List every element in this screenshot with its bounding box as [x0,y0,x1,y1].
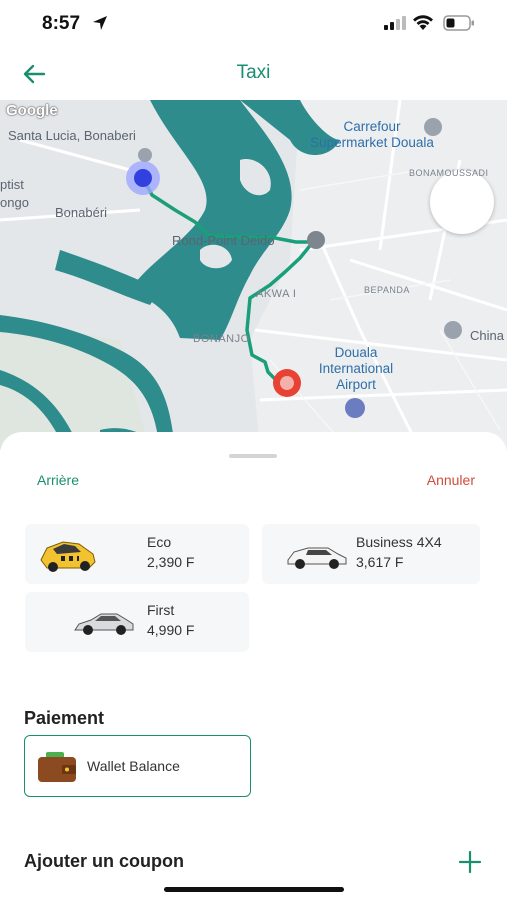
payment-title: Paiement [24,708,105,728]
wifi-icon [413,15,433,30]
map-label: AKWA I [256,288,297,300]
map-label: Rond-Point Deido [172,233,275,248]
sheet-grabber[interactable] [229,454,277,458]
vehicle-price: 2,390 F [147,554,195,570]
vehicle-option-first[interactable]: First 4,990 F [25,592,249,652]
wallet-icon [38,752,76,782]
map-label: BONAMOUSSADI [409,168,489,178]
route-map[interactable]: Google Santa Lucia, Bonaberi Carrefour S… [0,100,507,450]
payment-method-wallet[interactable]: Wallet Balance [24,735,251,797]
home-indicator [164,887,344,892]
status-time: 8:57 [42,13,81,34]
coupon-title: Ajouter un coupon [24,851,184,871]
map-label: Carrefour Supermarket Douala [310,119,434,150]
vehicle-price: 4,990 F [147,622,195,638]
vehicle-name: First [147,602,175,618]
cancel-link[interactable]: Annuler [427,472,475,488]
cellular-signal-icon [384,16,406,30]
vehicle-name: Eco [147,534,172,550]
status-bar: 8:57 [0,0,507,48]
google-attribution: Google [6,102,58,119]
payment-method-label: Wallet Balance [87,758,180,774]
vehicle-option-business[interactable]: Business 4X4 3,617 F [262,524,480,584]
plus-icon[interactable] [458,850,482,874]
map-canvas [0,100,507,450]
map-label: ongo [0,195,29,210]
map-label: BONANJO [193,333,250,345]
white-suv-icon [287,547,347,569]
vehicle-price: 3,617 F [356,554,404,570]
battery-icon [443,15,474,31]
map-label: Douala International Airport [318,345,394,392]
vehicle-option-eco[interactable]: Eco 2,390 F [25,524,249,584]
map-label: ptist [0,177,24,192]
map-label: Santa Lucia, Bonaberi [8,128,136,143]
page-title: Taxi [236,62,271,83]
back-link[interactable]: Arrière [37,472,79,488]
map-recenter-button[interactable] [430,170,494,234]
ride-options-sheet: Arrière Annuler Eco 2,390 F Business 4X4… [0,432,507,900]
map-label: Bonabéri [55,205,108,220]
vehicle-name: Business 4X4 [356,534,442,550]
map-label: BEPANDA [364,285,410,295]
map-label: China [470,328,504,343]
location-arrow-icon [93,16,107,30]
app-header: Taxi [0,48,507,100]
yellow-taxi-icon [40,541,96,572]
silver-sedan-icon [74,613,134,635]
